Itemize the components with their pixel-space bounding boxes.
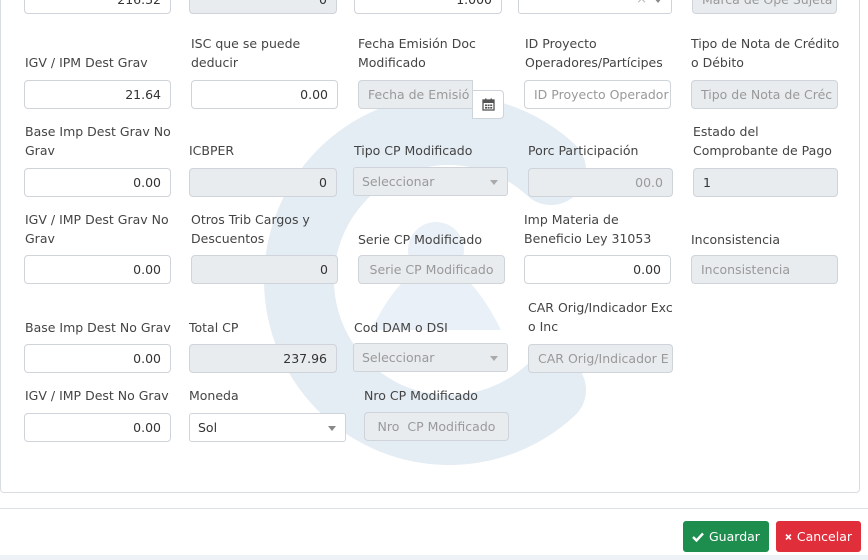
label-icbper: ICBPER	[189, 143, 235, 158]
igv-ipm-dest-grav-input[interactable]: 21.64	[24, 80, 171, 109]
inconsistencia-input: Inconsistencia	[691, 255, 838, 284]
label-id-proyecto: ID Proyecto Operadores/Partícipes	[525, 36, 663, 70]
label-car-orig: CAR Orig/Indicador Exc o Inc	[528, 300, 673, 334]
label-estado-comprobante: Estado del Comprobante de Pago	[693, 124, 832, 158]
chevron-down-icon	[490, 180, 498, 185]
fecha-emision-input: Fecha de Emisió	[358, 80, 473, 109]
otros-trib-cargos-input: 0	[191, 255, 338, 284]
cancel-button-label: Cancelar	[796, 529, 852, 544]
cod-dam-dsi-value: Seleccionar	[362, 350, 435, 365]
label-serie-cp-modificado: Serie CP Modificado	[358, 232, 482, 247]
chevron-down-icon	[328, 426, 336, 431]
isc-input: 0	[189, 0, 337, 14]
nro-cp-modificado-input: Nro CP Modificado	[364, 412, 509, 441]
label-igv-imp-dest-grav-no-grav: IGV / IMP Dest Grav No Grav	[25, 212, 169, 246]
tipo-cp-modificado-value: Seleccionar	[362, 174, 435, 189]
label-base-imp-dest-no-grav: Base Imp Dest No Grav	[25, 320, 171, 335]
label-inconsistencia: Inconsistencia	[691, 232, 781, 247]
car-orig-input: CAR Orig/Indicador E	[528, 344, 673, 373]
igv-imp-dest-grav-no-grav-input[interactable]: 0.00	[24, 255, 171, 284]
icbper-input: 0	[189, 168, 337, 197]
chevron-down-icon	[490, 356, 498, 361]
label-tipo-cp-modificado: Tipo CP Modificado	[354, 143, 473, 158]
label-nro-cp-modificado: Nro CP Modificado	[364, 388, 478, 403]
moneda-select[interactable]: Sol	[189, 413, 346, 442]
label-porc-participacion: Porc Participación	[528, 143, 639, 158]
base-imp-dest-grav-input[interactable]: 216.32	[24, 0, 171, 14]
clear-icon[interactable]: ×	[636, 0, 647, 13]
estado-comprobante-input: 1	[693, 168, 838, 197]
base-imp-dest-grav-no-grav-input[interactable]: 0.00	[24, 168, 171, 197]
igv-imp-dest-no-grav-input[interactable]: 0.00	[24, 413, 171, 442]
calendar-icon	[481, 98, 495, 111]
calendar-button[interactable]	[472, 90, 504, 119]
tipo-cambio-input[interactable]: 1.000	[354, 0, 502, 14]
label-total-cp: Total CP	[189, 320, 239, 335]
tipo-nota-input: Tipo de Nota de Créc	[691, 80, 838, 109]
label-tipo-nota: Tipo de Nota de Crédito o Débito	[691, 36, 840, 70]
label-imp-materia-beneficio: Imp Materia de Beneficio Ley 31053	[524, 212, 652, 246]
serie-cp-modificado-input: Serie CP Modificado	[358, 255, 505, 284]
label-igv-ipm-dest-grav: IGV / IPM Dest Grav	[25, 55, 148, 70]
row0-select[interactable]: ×	[518, 0, 672, 14]
footer-divider	[0, 508, 868, 509]
check-icon	[692, 532, 704, 542]
label-otros-trib-cargos: Otros Trib Cargos y Descuentos	[191, 212, 310, 246]
label-base-imp-dest-grav-no-grav: Base Imp Dest Grav No Grav	[25, 124, 171, 158]
close-icon	[785, 533, 792, 540]
page-bottom-strip	[0, 555, 868, 560]
label-igv-imp-dest-no-grav: IGV / IMP Dest No Grav	[25, 388, 169, 403]
label-moneda: Moneda	[189, 388, 239, 403]
save-button[interactable]: Guardar	[683, 521, 769, 552]
label-isc-deducir: ISC que se puede deducir	[191, 36, 301, 70]
chevron-down-icon	[654, 0, 662, 3]
porc-participacion-input: 00.0	[528, 168, 673, 197]
form-panel: 216.32 0 1.000 × Marca de Ope Sujeta IGV…	[0, 0, 860, 493]
base-imp-dest-no-grav-input[interactable]: 0.00	[24, 344, 171, 373]
label-cod-dam-dsi: Cod DAM o DSI	[354, 320, 448, 335]
imp-materia-beneficio-input[interactable]: 0.00	[524, 255, 671, 284]
moneda-value: Sol	[198, 420, 218, 435]
save-button-label: Guardar	[709, 529, 760, 544]
cancel-button[interactable]: Cancelar	[776, 521, 861, 552]
cod-dam-dsi-select[interactable]: Seleccionar	[353, 343, 508, 372]
marca-ope-sujeta-input: Marca de Ope Sujeta	[692, 0, 837, 14]
isc-deducir-input[interactable]: 0.00	[191, 80, 338, 109]
total-cp-input: 237.96	[189, 344, 337, 373]
label-fecha-emision-doc-modificado: Fecha Emisión Doc Modificado	[358, 36, 476, 70]
id-proyecto-input[interactable]: ID Proyecto Operador	[524, 80, 671, 109]
tipo-cp-modificado-select[interactable]: Seleccionar	[353, 167, 508, 196]
